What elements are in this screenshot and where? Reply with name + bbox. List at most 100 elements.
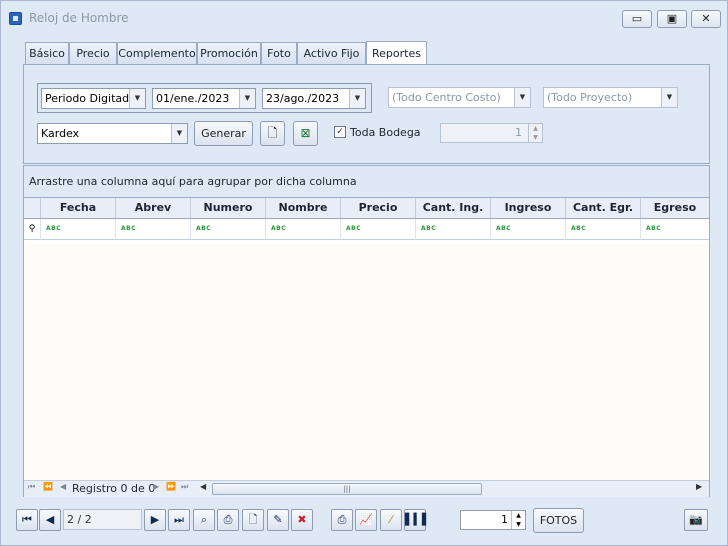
barcode-icon: ▌▍▌ (405, 513, 431, 526)
date-from-picker[interactable]: 01/ene./2023 ▼ (152, 88, 256, 109)
group-by-area[interactable]: Arrastre una columna aquí para agrupar p… (24, 166, 709, 198)
text-filter-icon: ABC (346, 225, 362, 232)
barcode-button[interactable]: ▌▍▌ (404, 509, 430, 531)
warehouse-spinner[interactable]: 1 ▲ ▼ (440, 123, 543, 143)
chevron-down-icon[interactable]: ▼ (129, 89, 145, 108)
prev-page-icon[interactable]: ⏪ (43, 482, 53, 491)
text-filter-icon: ABC (646, 225, 662, 232)
last-icon: ⏭ (174, 513, 184, 526)
spinner-arrows-icon[interactable]: ▲ ▼ (528, 124, 542, 142)
filter-cell[interactable]: ABC (340, 219, 415, 240)
print-list-button[interactable]: ⎙ (331, 509, 353, 531)
column-header-abrev[interactable]: Abrev (115, 198, 190, 218)
tab-foto[interactable]: Foto (261, 42, 297, 65)
app-icon (9, 12, 22, 25)
excel-icon: ⊠ (300, 126, 311, 140)
tab-promocion[interactable]: Promoción (197, 42, 261, 65)
tab-reportes[interactable]: Reportes (366, 41, 427, 65)
close-button[interactable]: ✕ (691, 10, 721, 28)
new-button[interactable]: 🗋 (242, 509, 264, 531)
export-excel-button[interactable]: ⊠ (293, 121, 318, 146)
all-warehouse-checkbox[interactable]: ✓ (334, 126, 346, 138)
warehouse-value: 1 (515, 126, 522, 139)
last-record-icon[interactable]: ⏭ (181, 482, 188, 492)
date-from-value: 01/ene./2023 (156, 92, 230, 105)
filter-cell[interactable]: ABC (40, 219, 115, 240)
camera-button[interactable]: 📷 (684, 509, 708, 531)
report-select[interactable]: Kardex ▼ (37, 123, 188, 144)
first-icon: ⏮ (22, 513, 32, 526)
cost-center-value: (Todo Centro Costo) (392, 91, 501, 104)
pin-icon: ⚲ (28, 224, 36, 234)
window: Reloj de Hombre ▭ ▣ ✕ Básico Precio Comp… (0, 0, 728, 546)
first-record-icon[interactable]: ⏮ (28, 482, 35, 492)
stepper-arrows-icon[interactable]: ▲ ▼ (511, 511, 525, 529)
photos-button[interactable]: FOTOS (533, 508, 584, 533)
filter-cell[interactable]: ABC (265, 219, 340, 240)
print-preview-button[interactable]: 🗋 (260, 121, 285, 146)
prev-record-button[interactable]: ◀ (39, 509, 61, 531)
report-value: Kardex (41, 127, 80, 140)
filter-cell[interactable]: ABC (415, 219, 490, 240)
scroll-left-icon[interactable]: ◀ (200, 482, 206, 491)
chevron-down-icon[interactable]: ▼ (661, 88, 677, 107)
chart-icon: 📈 (359, 513, 373, 526)
column-header-ingreso[interactable]: Ingreso (490, 198, 565, 218)
column-header-cant-egr[interactable]: Cant. Egr. (565, 198, 640, 218)
chevron-down-icon[interactable]: ▼ (239, 89, 255, 108)
quantity-stepper[interactable]: 1 ▲ ▼ (460, 510, 526, 530)
text-filter-icon: ABC (571, 225, 587, 232)
chevron-down-icon[interactable]: ▼ (349, 89, 365, 108)
tab-complemento[interactable]: Complemento (117, 42, 197, 65)
chevron-down-icon[interactable]: ▼ (514, 88, 530, 107)
next-record-icon[interactable]: ▶ (153, 482, 159, 491)
filter-cell[interactable]: ABC (190, 219, 265, 240)
chart-button[interactable]: 📈 (355, 509, 377, 531)
period-type-select[interactable]: Periodo Digitado ▼ (41, 88, 146, 109)
bottom-toolbar: ⏮ ◀ 2 / 2 ▶ ⏭ ⌕ ⎙ 🗋 ✎ ✖ ⎙ 📈 ⁄ ▌▍▌ 1 ▲ ▼ F… (1, 506, 727, 536)
generate-button[interactable]: Generar (194, 121, 253, 146)
project-select[interactable]: (Todo Proyecto) ▼ (543, 87, 678, 108)
text-filter-icon: ABC (196, 225, 212, 232)
column-header-nombre[interactable]: Nombre (265, 198, 340, 218)
column-header-cant-ing[interactable]: Cant. Ing. (415, 198, 490, 218)
scroll-right-icon[interactable]: ▶ (696, 482, 702, 491)
next-page-icon[interactable]: ⏩ (166, 482, 176, 491)
pager-position: 2 / 2 (63, 509, 142, 530)
chevron-down-icon[interactable]: ▼ (171, 124, 187, 143)
maximize-button[interactable]: ▣ (657, 10, 687, 28)
next-record-button[interactable]: ▶ (144, 509, 166, 531)
horizontal-scrollbar[interactable]: ◀ ||| ▶ (198, 482, 708, 496)
print-button[interactable]: ⎙ (217, 509, 239, 531)
filter-cell[interactable]: ABC (490, 219, 565, 240)
scrollbar-thumb[interactable]: ||| (212, 483, 482, 495)
filter-cell[interactable]: ABC (115, 219, 190, 240)
grid-data-area[interactable] (24, 244, 709, 480)
wizard-button[interactable]: ⁄ (380, 509, 402, 531)
period-type-value: Periodo Digitado (45, 92, 136, 105)
minimize-button[interactable]: ▭ (622, 10, 652, 28)
quantity-value: 1 (501, 513, 508, 526)
column-header-precio[interactable]: Precio (340, 198, 415, 218)
last-record-button[interactable]: ⏭ (168, 509, 190, 531)
filter-cell[interactable]: ABC (565, 219, 640, 240)
first-record-button[interactable]: ⏮ (16, 509, 38, 531)
column-header-egreso[interactable]: Egreso (640, 198, 709, 218)
column-header-fecha[interactable]: Fecha (40, 198, 115, 218)
delete-icon: ✖ (297, 513, 307, 526)
column-header-numero[interactable]: Numero (190, 198, 265, 218)
column-header-row: Fecha Abrev Numero Nombre Precio Cant. I… (24, 198, 709, 219)
prev-icon: ◀ (45, 513, 55, 526)
filter-cell[interactable]: ABC (640, 219, 709, 240)
search-button[interactable]: ⌕ (193, 509, 215, 531)
date-to-picker[interactable]: 23/ago./2023 ▼ (262, 88, 366, 109)
prev-record-icon[interactable]: ◀ (60, 482, 66, 491)
tab-basico[interactable]: Básico (25, 42, 69, 65)
edit-button[interactable]: ✎ (267, 509, 289, 531)
tab-precio[interactable]: Precio (69, 42, 117, 65)
tab-activo-fijo[interactable]: Activo Fijo (297, 42, 366, 65)
delete-button[interactable]: ✖ (291, 509, 313, 531)
cost-center-select[interactable]: (Todo Centro Costo) ▼ (388, 87, 531, 108)
record-counter: Registro 0 de 0 (72, 482, 156, 495)
text-filter-icon: ABC (271, 225, 287, 232)
